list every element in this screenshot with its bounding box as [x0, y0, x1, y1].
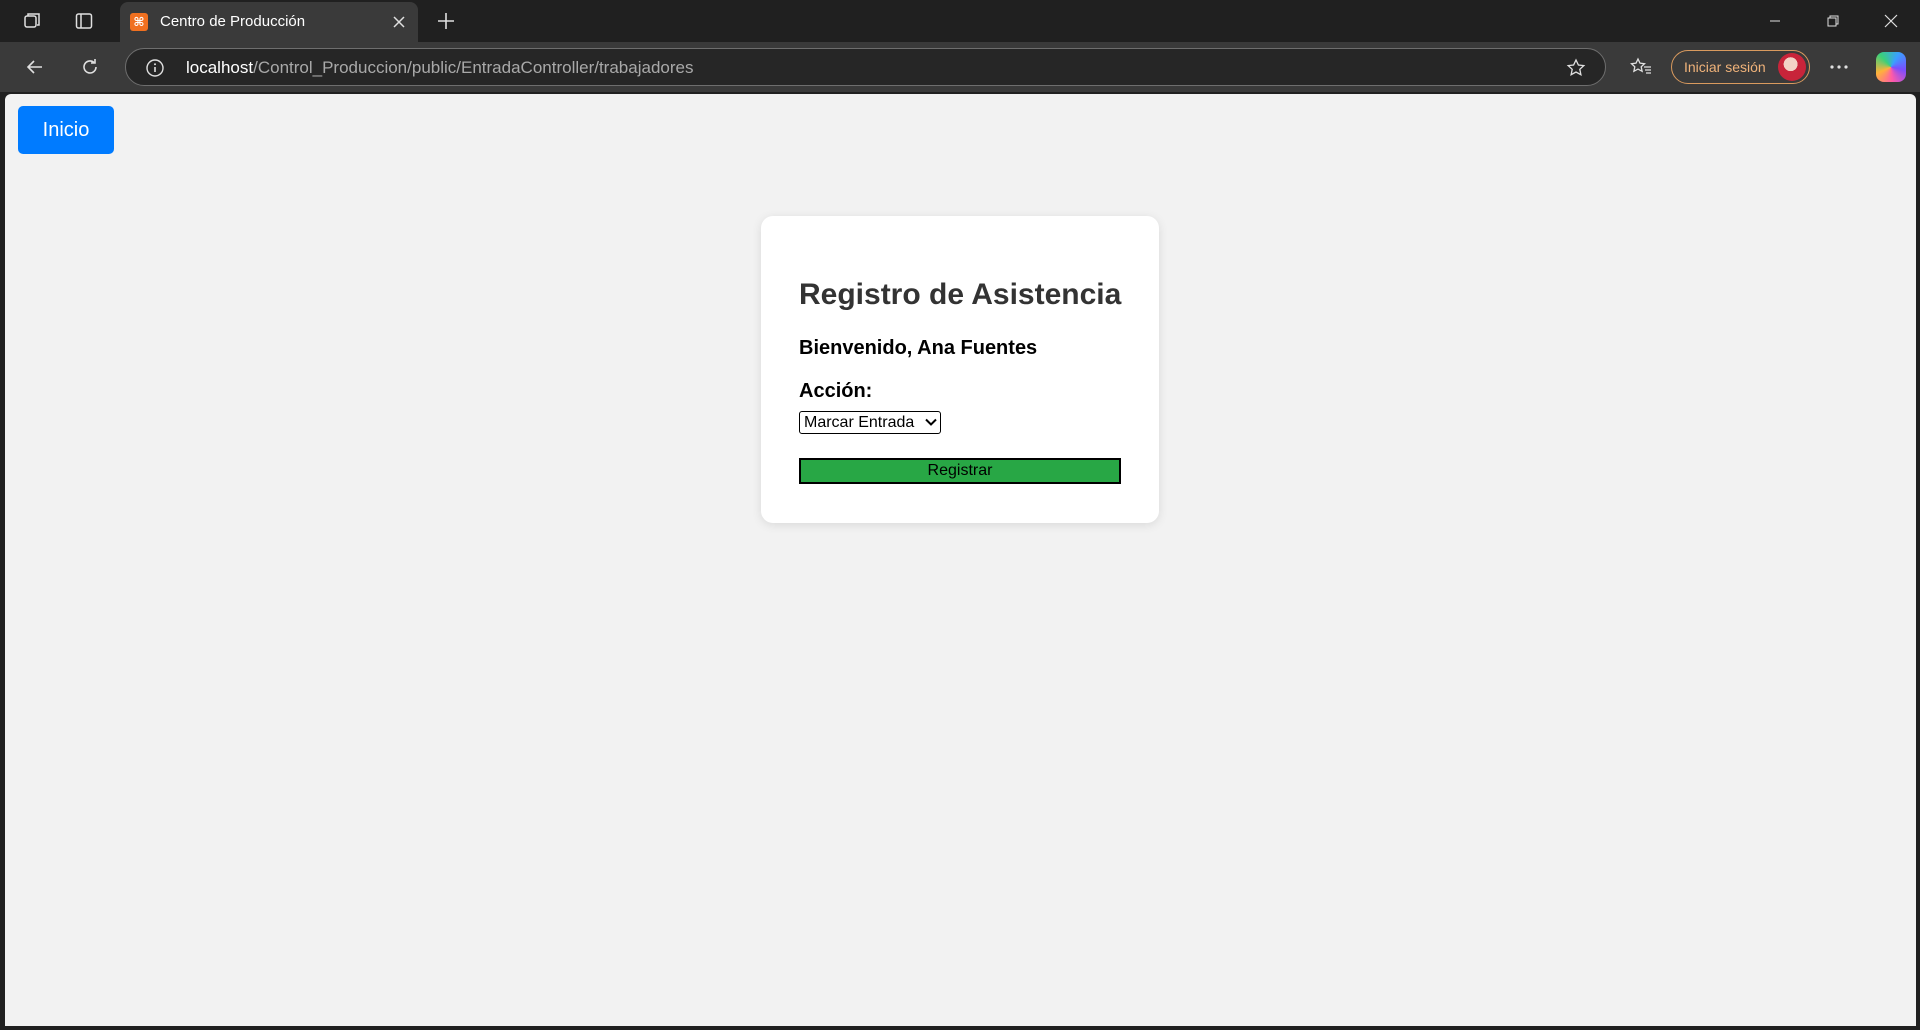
card-title: Registro de Asistencia: [799, 278, 1122, 311]
action-select[interactable]: Marcar Entrada: [799, 411, 941, 434]
url-text[interactable]: localhost/Control_Produccion/public/Entr…: [186, 58, 693, 78]
new-tab-icon[interactable]: [428, 3, 464, 39]
welcome-message: Bienvenido, Ana Fuentes: [799, 337, 1038, 359]
browser-toolbar: localhost/Control_Produccion/public/Entr…: [0, 42, 1920, 92]
signin-label: Iniciar sesión: [1684, 59, 1766, 75]
favorite-star-icon[interactable]: [1565, 57, 1587, 79]
restore-icon[interactable]: [1804, 0, 1862, 42]
refresh-icon[interactable]: [73, 50, 107, 84]
tab-title: Centro de Producción: [160, 13, 306, 30]
xampp-icon: ⌘: [130, 13, 148, 31]
attendance-card: Registro de Asistencia Bienvenido, Ana F…: [761, 216, 1159, 523]
profile-avatar: [1778, 53, 1806, 81]
close-window-icon[interactable]: [1862, 0, 1920, 42]
url-path: /Control_Produccion/public/EntradaContro…: [253, 58, 694, 77]
action-select-value: Marcar Entrada: [804, 414, 915, 431]
close-tab-icon[interactable]: [388, 11, 410, 33]
url-host: localhost: [186, 58, 254, 77]
page-viewport: Inicio Registro de Asistencia Bienvenido…: [5, 94, 1916, 1026]
favorites-icon[interactable]: [1624, 50, 1658, 84]
workspaces-icon[interactable]: [14, 3, 50, 39]
home-button[interactable]: Inicio: [18, 106, 114, 154]
action-label: Acción:: [799, 380, 873, 402]
site-info-icon[interactable]: [144, 57, 166, 79]
address-bar[interactable]: localhost/Control_Produccion/public/Entr…: [125, 48, 1606, 86]
browser-tabbar: ⌘ Centro de Producción: [0, 0, 1920, 42]
more-options-icon[interactable]: [1822, 50, 1856, 84]
copilot-icon[interactable]: [1876, 52, 1906, 82]
chevron-down-icon: [924, 415, 938, 429]
signin-button[interactable]: Iniciar sesión: [1671, 50, 1810, 84]
active-tab[interactable]: ⌘ Centro de Producción: [120, 2, 418, 42]
back-icon[interactable]: [18, 50, 52, 84]
minimize-icon[interactable]: [1746, 0, 1804, 42]
register-button[interactable]: Registrar: [799, 458, 1121, 484]
vertical-tabs-icon[interactable]: [66, 3, 102, 39]
